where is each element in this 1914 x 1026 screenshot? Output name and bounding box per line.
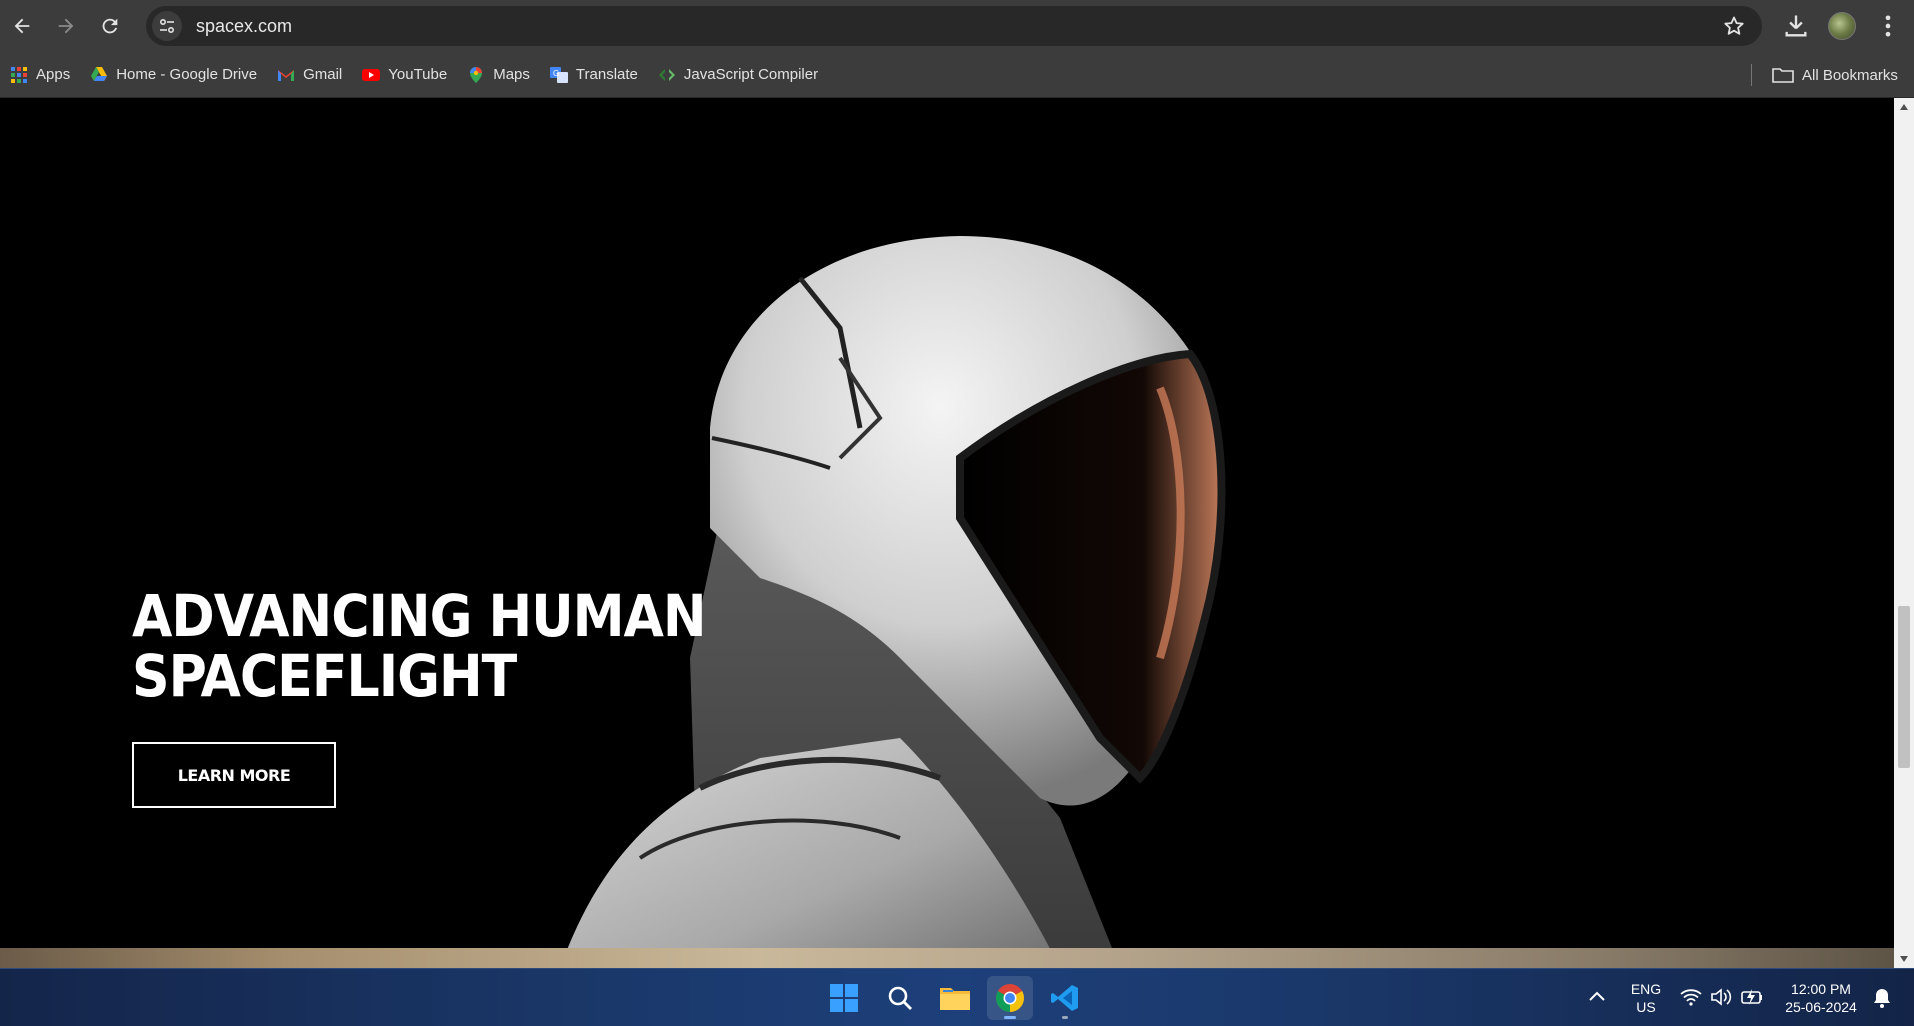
clock-time: 12:00 PM: [1791, 981, 1851, 997]
hero-headline: ADVANCING HUMAN SPACEFLIGHT: [132, 582, 707, 710]
file-explorer-button[interactable]: [932, 976, 978, 1020]
headline-line-1: ADVANCING HUMAN: [132, 582, 707, 650]
back-button[interactable]: [2, 6, 42, 46]
battery-charging-icon[interactable]: [1740, 987, 1764, 1007]
back-arrow-icon: [14, 18, 30, 34]
all-bookmarks-button[interactable]: All Bookmarks: [1772, 66, 1898, 84]
download-icon[interactable]: [1782, 12, 1810, 40]
profile-avatar[interactable]: [1828, 12, 1856, 40]
forward-arrow-icon: [58, 18, 74, 34]
vscode-taskbar-button[interactable]: [1042, 976, 1088, 1020]
bookmark-javascript-compiler[interactable]: JavaScript Compiler: [658, 66, 818, 84]
search-icon: [888, 986, 912, 1010]
tune-icon: [159, 18, 175, 34]
language-code: ENG: [1630, 981, 1662, 997]
gmail-icon: [278, 69, 295, 81]
triangle-down-icon: [1900, 956, 1908, 962]
forward-button[interactable]: [46, 6, 86, 46]
region-code: US: [1636, 999, 1656, 1015]
reload-button[interactable]: [90, 6, 130, 46]
active-indicator: [1004, 1016, 1016, 1019]
youtube-icon: [362, 68, 381, 81]
clock-date: 25-06-2024: [1785, 999, 1857, 1015]
bookmark-star-icon[interactable]: [1722, 14, 1746, 38]
chevron-up-icon[interactable]: [1588, 989, 1606, 1003]
file-explorer-icon: [940, 988, 970, 1010]
clock[interactable]: 12:00 PM 25-06-2024: [1776, 980, 1866, 1016]
taskbar-search-button[interactable]: [877, 976, 923, 1020]
chrome-icon: [996, 984, 1024, 1012]
svg-text:G: G: [553, 69, 559, 78]
google-drive-icon: [91, 66, 108, 81]
wifi-icon[interactable]: [1680, 987, 1702, 1007]
scroll-down-button[interactable]: [1894, 950, 1914, 968]
bookmarks-bar: Apps Home - Google Drive Gmail YouTube M…: [0, 52, 1914, 98]
volume-icon[interactable]: [1710, 987, 1732, 1007]
all-bookmarks-label: All Bookmarks: [1802, 66, 1898, 84]
headline-line-2: SPACEFLIGHT: [132, 642, 517, 710]
maps-pin-icon: [470, 66, 483, 83]
language-indicator[interactable]: ENG US: [1624, 980, 1668, 1016]
notification-bell-icon[interactable]: [1872, 987, 1892, 1009]
bookmark-youtube[interactable]: YouTube: [362, 66, 447, 84]
bookmark-label: Home - Google Drive: [116, 66, 258, 83]
apps-grid-icon: [11, 66, 27, 83]
next-section-preview: [0, 948, 1894, 968]
url-text[interactable]: spacex.com: [196, 16, 292, 37]
astronaut-helmet-image: [560, 236, 1226, 968]
page-viewport: ADVANCING HUMAN SPACEFLIGHT LEARN MORE: [0, 98, 1894, 968]
site-info-button[interactable]: [152, 11, 182, 41]
bookmark-label: JavaScript Compiler: [683, 66, 819, 83]
scroll-thumb[interactable]: [1898, 606, 1910, 768]
bookmark-gmail[interactable]: Gmail: [277, 66, 342, 84]
more-menu-icon[interactable]: [1874, 12, 1902, 40]
page-scrollbar[interactable]: [1894, 98, 1914, 968]
bookmark-apps[interactable]: Apps: [10, 66, 70, 84]
bookmark-label: Gmail: [303, 66, 343, 83]
bookmark-label: YouTube: [388, 66, 448, 83]
bookmark-translate[interactable]: G Translate: [549, 66, 638, 84]
vscode-icon: [1051, 985, 1078, 1011]
bookmark-google-drive[interactable]: Home - Google Drive: [90, 66, 257, 84]
learn-more-button[interactable]: LEARN MORE: [132, 742, 336, 808]
triangle-up-icon: [1900, 104, 1908, 110]
bookmark-maps[interactable]: Maps: [467, 66, 530, 84]
bookmark-label: Apps: [36, 66, 71, 83]
windows-start-icon: [830, 984, 858, 1012]
reload-icon: [102, 18, 118, 34]
browser-toolbar: spacex.com: [0, 0, 1914, 52]
translate-icon: G: [549, 66, 568, 83]
folder-icon: [1772, 68, 1794, 83]
running-indicator: [1062, 1016, 1068, 1019]
start-button[interactable]: [821, 976, 867, 1020]
bookmarks-divider: [1751, 64, 1752, 86]
scroll-up-button[interactable]: [1894, 98, 1914, 116]
bookmark-label: Translate: [575, 66, 638, 83]
address-bar[interactable]: spacex.com: [146, 6, 1762, 46]
chrome-taskbar-button[interactable]: [987, 976, 1033, 1020]
windows-taskbar: ENG US 12:00 PM 25-06-2024: [0, 968, 1914, 1026]
bookmark-label: Maps: [493, 66, 530, 83]
code-icon: [658, 68, 675, 81]
